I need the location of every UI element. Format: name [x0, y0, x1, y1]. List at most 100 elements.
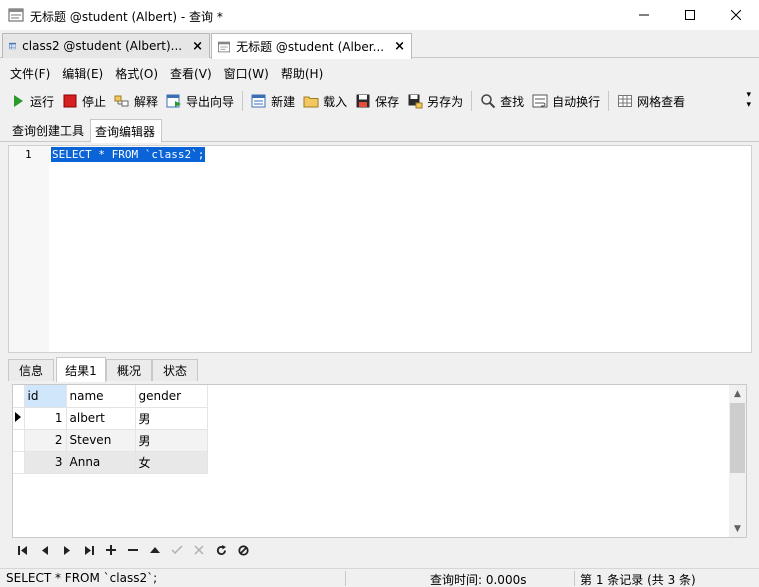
status-bar: SELECT * FROM `class2`; 查询时间: 0.000s 第 1…: [0, 568, 759, 587]
cell-name[interactable]: Anna: [66, 451, 136, 474]
new-query-icon: [251, 94, 266, 108]
find-button[interactable]: 查找: [476, 89, 528, 113]
cell-id[interactable]: 3: [24, 451, 67, 474]
cell-gender[interactable]: 男: [135, 407, 208, 430]
table-row[interactable]: 2 Steven 男: [13, 429, 208, 452]
cell-name[interactable]: Steven: [66, 429, 136, 452]
editor-tab-strip: 查询创建工具 查询编辑器: [0, 118, 759, 143]
current-row-icon: [13, 407, 25, 430]
window-title: 无标题 @student (Albert) - 查询 *: [30, 10, 223, 24]
column-header-id[interactable]: id: [24, 385, 67, 408]
close-button[interactable]: [713, 0, 759, 30]
document-tab-strip: class2 @student (Albert)... × 无标题 @stude…: [0, 30, 759, 59]
result-tab-strip: 信息 结果1 概况 状态: [8, 357, 752, 382]
scrollbar-thumb[interactable]: [730, 403, 745, 473]
apply-changes-icon[interactable]: [144, 541, 166, 559]
minimize-button[interactable]: [621, 0, 667, 30]
load-label: 载入: [323, 94, 348, 109]
cell-name[interactable]: albert: [66, 407, 136, 430]
maximize-button[interactable]: [667, 0, 713, 30]
menu-help[interactable]: 帮助(H): [275, 65, 329, 82]
next-record-icon[interactable]: [56, 541, 78, 559]
close-tab-icon[interactable]: ×: [192, 39, 203, 54]
toolbar-separator: [608, 91, 610, 111]
new-label: 新建: [271, 94, 296, 109]
save-icon: [356, 94, 370, 108]
load-button[interactable]: 载入: [299, 89, 351, 113]
doc-tab-untitled-query[interactable]: 无标题 @student (Alber... ×: [211, 33, 412, 59]
new-button[interactable]: 新建: [247, 89, 299, 113]
query-icon: [218, 41, 231, 52]
status-record-count: 第 1 条记录 (共 3 条): [580, 573, 696, 587]
line-gutter: 1: [9, 146, 49, 352]
stop-icon: [63, 94, 77, 108]
close-tab-icon[interactable]: ×: [394, 39, 405, 54]
add-record-icon[interactable]: [100, 541, 122, 559]
save-label: 保存: [375, 94, 400, 109]
toolbar-overflow-icon[interactable]: ▾ ▾: [746, 90, 751, 110]
row-indicator-header: [13, 385, 25, 408]
row-indicator: [13, 429, 25, 452]
record-navigator: [12, 540, 312, 560]
close-icon: [731, 10, 741, 20]
menu-format[interactable]: 格式(O): [109, 65, 164, 82]
column-header-name[interactable]: name: [66, 385, 136, 408]
query-app-icon: [8, 8, 24, 22]
stop-loading-icon[interactable]: [232, 541, 254, 559]
doc-tab-label: class2 @student (Albert)...: [22, 39, 183, 53]
menu-file[interactable]: 文件(F): [4, 65, 56, 82]
table-row[interactable]: 3 Anna 女: [13, 451, 208, 474]
grid-view-button[interactable]: 网格查看: [613, 89, 689, 113]
title-bar: 无标题 @student (Albert) - 查询 *: [0, 0, 759, 30]
status-query-time: 查询时间: 0.000s: [430, 573, 527, 587]
tab-status[interactable]: 状态: [152, 359, 198, 381]
tab-profile[interactable]: 概况: [106, 359, 152, 381]
scroll-down-icon[interactable]: ▼: [729, 520, 746, 537]
save-button[interactable]: 保存: [351, 89, 403, 113]
export-wizard-button[interactable]: 导出向导: [162, 89, 238, 113]
last-record-icon[interactable]: [78, 541, 100, 559]
sql-editor[interactable]: 1 SELECT * FROM `class2`;: [8, 145, 752, 353]
query-window: 无标题 @student (Albert) - 查询 * class2 @stu…: [0, 0, 759, 587]
table-icon: [9, 42, 17, 50]
cell-gender[interactable]: 男: [135, 429, 208, 452]
status-sql: SELECT * FROM `class2`;: [6, 571, 158, 585]
result-table: id name gender 1 albert 男 2 Steven 男 3 A…: [13, 385, 208, 474]
stop-label: 停止: [82, 94, 107, 109]
word-wrap-label: 自动换行: [552, 94, 601, 109]
column-header-gender[interactable]: gender: [135, 385, 208, 408]
explain-button[interactable]: 解释: [110, 89, 162, 113]
status-divider: [574, 571, 575, 586]
sql-text-selected[interactable]: SELECT * FROM `class2`;: [51, 147, 206, 162]
cell-id[interactable]: 1: [24, 407, 67, 430]
menu-view[interactable]: 查看(V): [164, 65, 218, 82]
previous-record-icon[interactable]: [34, 541, 56, 559]
stop-button[interactable]: 停止: [58, 89, 110, 113]
cell-id[interactable]: 2: [24, 429, 67, 452]
play-icon: [14, 95, 23, 107]
export-icon: [166, 94, 182, 108]
tab-info[interactable]: 信息: [8, 359, 54, 381]
doc-tab-label: 无标题 @student (Alber...: [236, 40, 385, 54]
table-row[interactable]: 1 albert 男: [13, 407, 208, 430]
menu-edit[interactable]: 编辑(E): [56, 65, 109, 82]
vertical-scrollbar[interactable]: ▲ ▼: [729, 385, 746, 537]
scroll-up-icon[interactable]: ▲: [729, 385, 746, 402]
tab-result1[interactable]: 结果1: [56, 357, 106, 382]
line-number: 1: [25, 148, 32, 161]
tab-query-editor[interactable]: 查询编辑器: [90, 119, 162, 143]
doc-tab-class2[interactable]: class2 @student (Albert)... ×: [2, 33, 210, 58]
run-button[interactable]: 运行: [6, 89, 58, 113]
first-record-icon[interactable]: [12, 541, 34, 559]
save-as-button[interactable]: 另存为: [403, 89, 467, 113]
toolbar-separator: [471, 91, 473, 111]
tab-query-builder[interactable]: 查询创建工具: [8, 119, 90, 142]
refresh-icon[interactable]: [210, 541, 232, 559]
menu-window[interactable]: 窗口(W): [218, 65, 275, 82]
word-wrap-button[interactable]: 自动换行: [528, 89, 604, 113]
cell-gender[interactable]: 女: [135, 451, 208, 474]
save-as-label: 另存为: [427, 94, 464, 109]
confirm-icon: [166, 541, 188, 559]
grid-view-label: 网格查看: [637, 94, 686, 109]
delete-record-icon[interactable]: [122, 541, 144, 559]
